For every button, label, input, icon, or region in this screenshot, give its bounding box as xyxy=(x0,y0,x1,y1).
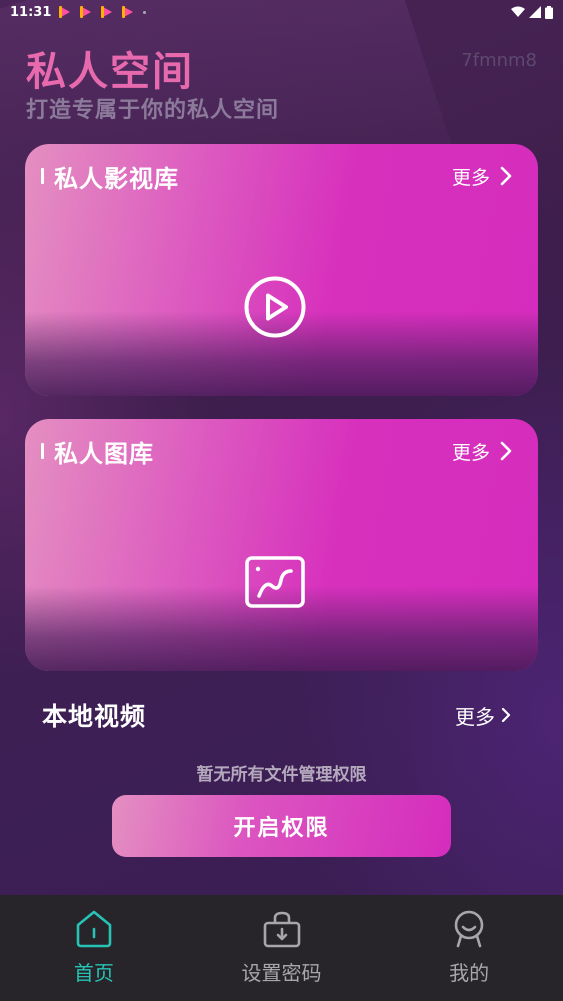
status-time: 11:31 xyxy=(10,4,52,20)
chevron-right-icon xyxy=(501,707,511,723)
tab-label: 设置密码 xyxy=(241,961,322,985)
notification-app-icon xyxy=(59,6,71,18)
tab-profile[interactable]: 我的 xyxy=(375,895,563,1001)
no-permission-message: 暂无所有文件管理权限 xyxy=(196,765,367,785)
notification-app-icon xyxy=(101,6,113,18)
lock-icon xyxy=(263,911,300,948)
card-title: 私人影视库 xyxy=(54,164,179,193)
chevron-right-icon xyxy=(500,166,512,186)
notification-app-icon xyxy=(122,6,134,18)
tab-label: 我的 xyxy=(449,961,490,985)
title-marker xyxy=(41,168,44,184)
more-label: 更多 xyxy=(455,704,495,729)
wifi-icon xyxy=(511,6,525,17)
header: 私人空间 打造专属于你的私人空间 xyxy=(26,48,279,126)
home-icon xyxy=(76,910,112,948)
bottom-tab-bar: 首页 设置密码 我的 xyxy=(0,895,563,1001)
tab-label: 首页 xyxy=(73,961,114,985)
page-subtitle: 打造专属于你的私人空间 xyxy=(26,98,280,123)
tab-home[interactable]: 首页 xyxy=(0,895,188,1001)
card-title: 私人图库 xyxy=(54,439,154,468)
image-icon[interactable] xyxy=(245,556,305,608)
battery-icon xyxy=(545,5,553,19)
enable-permission-button[interactable]: 开启权限 xyxy=(112,795,451,857)
status-bar: 11:31 xyxy=(0,0,563,24)
more-link[interactable]: 更多 xyxy=(452,163,512,190)
chevron-right-icon xyxy=(500,441,512,461)
card-header: 私人图库 更多 xyxy=(41,433,512,469)
notification-more-dot-icon xyxy=(143,10,147,14)
more-label: 更多 xyxy=(451,166,490,189)
play-circle-icon[interactable] xyxy=(244,276,306,338)
tab-set-password[interactable]: 设置密码 xyxy=(188,895,376,1001)
user-id: 7fmnm8 xyxy=(461,50,537,71)
profile-icon xyxy=(454,910,484,948)
signal-icon xyxy=(529,6,541,18)
private-video-library-card[interactable]: 私人影视库 更多 xyxy=(25,144,538,396)
title-marker xyxy=(41,443,44,459)
more-label: 更多 xyxy=(451,441,490,464)
notification-app-icon xyxy=(80,6,92,18)
local-videos-section: 本地视频 更多 xyxy=(42,695,511,735)
private-gallery-card[interactable]: 私人图库 更多 xyxy=(25,419,538,671)
more-link[interactable]: 更多 xyxy=(455,701,511,730)
more-link[interactable]: 更多 xyxy=(452,438,512,465)
card-header: 私人影视库 更多 xyxy=(41,158,512,194)
page-title: 私人空间 xyxy=(26,49,194,95)
section-title: 本地视频 xyxy=(42,702,147,731)
